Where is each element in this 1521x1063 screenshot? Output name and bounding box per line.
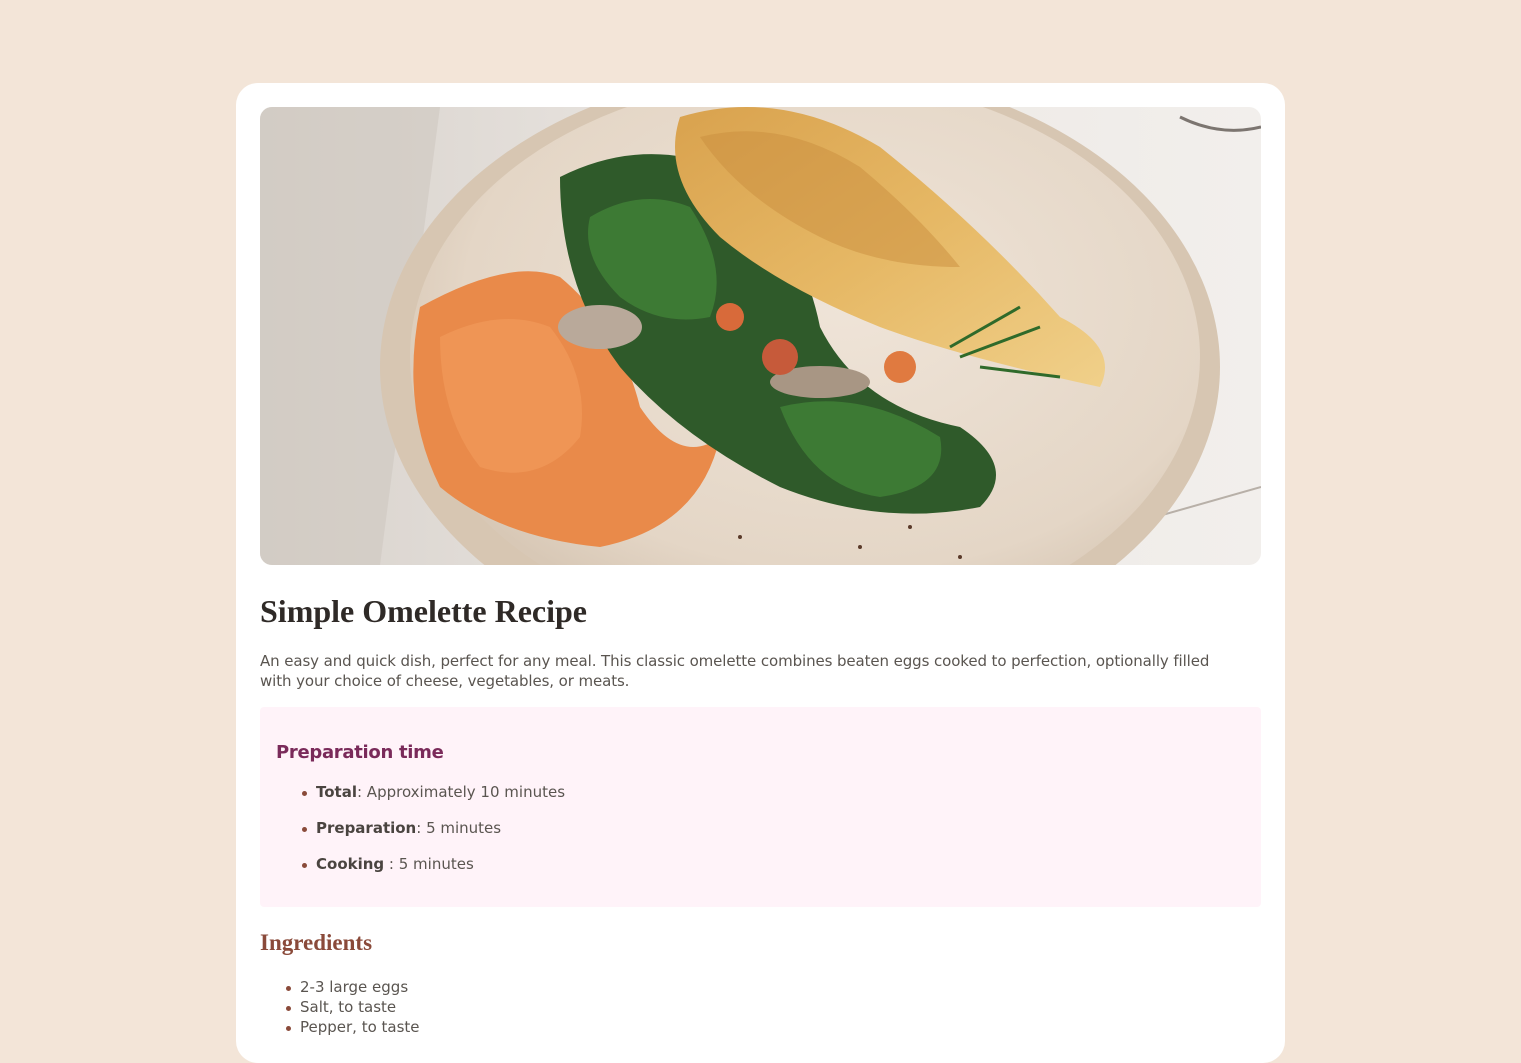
prep-label-preparation: Preparation <box>316 819 417 837</box>
prep-label-cooking: Cooking <box>316 855 385 873</box>
list-item: Total: Approximately 10 minutes <box>302 782 1245 802</box>
preparation-heading: Preparation time <box>276 742 444 763</box>
ingredients-heading: Ingredients <box>260 930 373 955</box>
prep-value-preparation: : 5 minutes <box>416 819 502 837</box>
prep-value-total: : Approximately 10 minutes <box>356 783 566 801</box>
recipe-title: Simple Omelette Recipe <box>260 593 587 629</box>
list-item: Preparation: 5 minutes <box>302 818 1245 838</box>
list-item: Cooking : 5 minutes <box>302 854 1245 874</box>
ingredient-item: Pepper, to taste <box>286 1017 1261 1037</box>
ingredients-list: 2-3 large eggs Salt, to taste Pepper, to… <box>260 977 1261 1037</box>
recipe-description: An easy and quick dish, perfect for any … <box>260 652 1210 690</box>
preparation-time-box: Preparation time Total: Approximately 10… <box>260 707 1261 907</box>
omelette-image <box>260 107 1261 565</box>
ingredient-item: Salt, to taste <box>286 997 1261 1017</box>
ingredient-item: 2-3 large eggs <box>286 977 1261 997</box>
recipe-card: Simple Omelette Recipe An easy and quick… <box>236 83 1285 1063</box>
omelette-illustration <box>260 107 1261 565</box>
prep-value-cooking: : 5 minutes <box>384 855 474 873</box>
preparation-list: Total: Approximately 10 minutes Preparat… <box>276 782 1245 874</box>
prep-label-total: Total <box>316 783 357 801</box>
